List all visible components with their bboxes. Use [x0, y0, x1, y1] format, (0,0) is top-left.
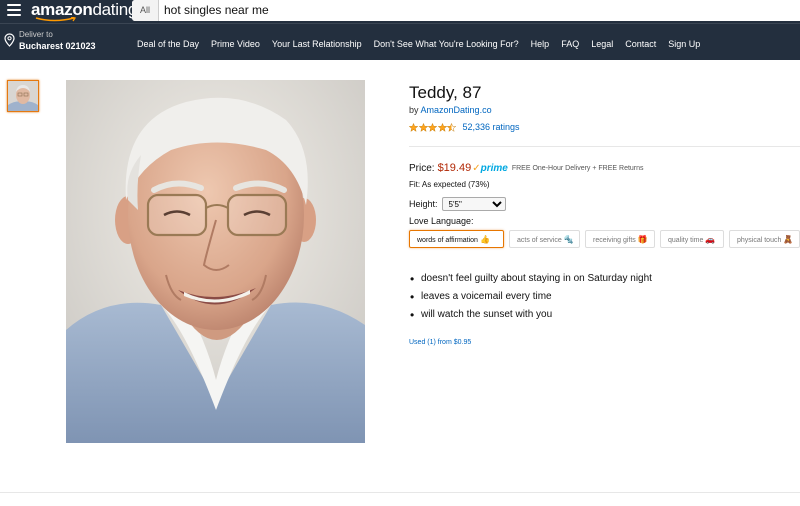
hamburger-menu-icon[interactable]	[7, 4, 21, 18]
thumbs-up-icon: 👍	[479, 235, 490, 244]
prime-check-icon: ✓	[472, 162, 481, 174]
nav-link-help[interactable]: Help	[531, 39, 550, 49]
height-row: Height: 5'5"	[409, 197, 506, 211]
chip-label: receiving gifts	[593, 237, 636, 244]
star-half-icon	[447, 122, 456, 132]
price-label: Price:	[409, 162, 435, 174]
chip-label: acts of service	[517, 237, 562, 244]
star-full-icon	[418, 122, 428, 132]
height-select[interactable]: 5'5"	[441, 197, 506, 211]
used-offer-link[interactable]: Used (1) from $0.95	[409, 339, 471, 346]
nav-link-contact[interactable]: Contact	[625, 39, 656, 49]
star-full-icon	[428, 122, 437, 132]
star-full-icon	[437, 122, 447, 132]
teddy-bear-icon: 🧸	[783, 235, 794, 244]
chip-label: physical touch	[737, 237, 782, 244]
bolt-icon: 🔩	[563, 235, 574, 244]
fit-label: Fit:	[409, 180, 421, 189]
search-input[interactable]	[164, 1, 764, 18]
fit-row: Fit: As expected (73%)	[409, 180, 489, 189]
top-bar: amazondating All	[0, 0, 800, 23]
feature-bullet: will watch the sunset with you	[409, 306, 652, 324]
logo-sub-text: dating	[92, 0, 138, 19]
logo[interactable]: amazondating	[31, 0, 137, 23]
feature-bullet: doesn't feel guilty about staying in on …	[409, 270, 652, 288]
rating-stars[interactable]: 52,336 ratings	[409, 122, 520, 132]
love-language-acts-of-service[interactable]: acts of service 🔩	[509, 230, 580, 248]
nav-link-deal-of-the-day[interactable]: Deal of the Day	[137, 39, 199, 49]
love-language-label: Love Language:	[409, 216, 474, 226]
nav-link-dont-see[interactable]: Don't See What You're Looking For?	[374, 39, 519, 49]
byline: by AmazonDating.co	[409, 105, 492, 115]
nav-link-sign-up[interactable]: Sign Up	[668, 39, 700, 49]
chip-label: quality time	[668, 237, 704, 244]
love-language-physical-touch[interactable]: physical touch 🧸	[729, 230, 800, 248]
byline-prefix: by	[409, 105, 419, 115]
prime-badge: prime	[480, 162, 508, 174]
height-label: Height:	[409, 199, 438, 209]
divider	[409, 146, 800, 147]
elderly-man-portrait-image	[66, 80, 365, 443]
product-thumbnail[interactable]	[7, 80, 39, 112]
price-row: Price: $19.49 ✓ prime FREE One-Hour Deliv…	[409, 162, 644, 174]
bottom-divider	[0, 492, 800, 493]
gift-icon: 🎁	[637, 235, 648, 244]
feature-bullets: doesn't feel guilty about staying in on …	[409, 270, 652, 324]
product-main-image[interactable]	[66, 80, 365, 443]
love-language-receiving-gifts[interactable]: receiving gifts 🎁	[585, 230, 655, 248]
location-pin-icon	[4, 33, 15, 47]
deliver-label: Deliver to	[19, 30, 53, 39]
brand-link[interactable]: AmazonDating.co	[421, 105, 492, 115]
nav-link-faq[interactable]: FAQ	[561, 39, 579, 49]
price-value: $19.49	[437, 162, 472, 174]
nav-link-prime-video[interactable]: Prime Video	[211, 39, 260, 49]
nav-links: Deal of the Day Prime Video Your Last Re…	[137, 39, 712, 49]
delivery-text: FREE One-Hour Delivery + FREE Returns	[511, 164, 644, 172]
logo-smile-icon	[35, 17, 77, 22]
love-language-quality-time[interactable]: quality time 🚗	[660, 230, 724, 248]
nav-link-your-last-relationship[interactable]: Your Last Relationship	[272, 39, 362, 49]
star-full-icon	[409, 122, 418, 132]
feature-bullet: leaves a voicemail every time	[409, 288, 652, 306]
car-icon: 🚗	[705, 235, 716, 244]
fit-value: As expected (73%)	[421, 180, 490, 189]
search-bar: All	[132, 0, 800, 21]
search-category-dropdown[interactable]: All	[132, 0, 159, 21]
nav-link-legal[interactable]: Legal	[591, 39, 613, 49]
love-language-words-of-affirmation[interactable]: words of affirmation 👍	[409, 230, 504, 248]
product-title: Teddy, 87	[409, 83, 482, 102]
chip-label: words of affirmation	[417, 237, 478, 244]
thumbnail-portrait-image	[8, 81, 38, 111]
deliver-location: Bucharest 021023	[19, 41, 96, 51]
ratings-count-link[interactable]: 52,336 ratings	[463, 122, 520, 132]
nav-bar: Deliver to Bucharest 021023 Deal of the …	[0, 23, 800, 60]
